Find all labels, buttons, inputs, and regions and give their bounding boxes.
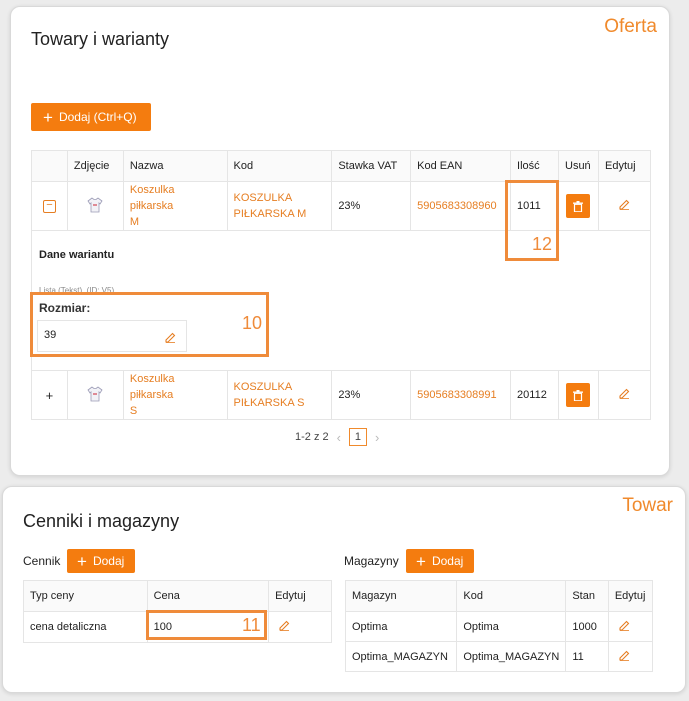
col-photo: Zdjęcie [66, 150, 124, 182]
qty-callout-number: 12 [532, 234, 553, 254]
plus-icon: + [43, 107, 53, 127]
col-qty: Ilość [510, 150, 559, 182]
delete-cell [558, 181, 599, 231]
warehouse-code: Optima [456, 611, 567, 642]
add-pricelist-label: Dodaj [92, 554, 125, 568]
edit-icon[interactable] [279, 620, 290, 631]
trash-icon [573, 200, 584, 212]
page-button-1[interactable]: 1 [348, 428, 367, 446]
col-delete: Usuń [558, 150, 599, 182]
product-thumbnail [66, 181, 124, 231]
expand-toggle[interactable]: + [31, 370, 68, 420]
goods-card: Towar Cenniki i magazyny Cennik + Dodaj … [2, 486, 686, 693]
edit-cell [597, 370, 652, 420]
table-row: Optima Optima 1000 [344, 611, 654, 642]
offer-title: Towary i warianty [31, 29, 170, 49]
add-item-button[interactable]: + Dodaj (Ctrl+Q) [31, 103, 151, 131]
warehouse-name: Optima_MAGAZYN [344, 641, 458, 672]
product-name-link[interactable]: Koszulka piłkarska M [122, 181, 228, 231]
variant-callout-number: 10 [242, 313, 263, 333]
collapse-toggle[interactable]: − [31, 181, 68, 231]
warehouse-table: Magazyn Kod Stan Edytuj Optima Optima 10… [344, 580, 654, 672]
col-name: Nazwa [122, 150, 228, 182]
add-pricelist-button[interactable]: + Dodaj [67, 549, 135, 573]
warehouse-label: Magazyny [344, 554, 399, 568]
product-name-link[interactable]: Koszulka piłkarska S [122, 370, 228, 420]
add-item-label: Dodaj (Ctrl+Q) [58, 110, 137, 124]
warehouse-name: Optima [344, 611, 458, 642]
warehouse-code: Optima_MAGAZYN [456, 641, 567, 672]
shirt-icon [87, 197, 103, 212]
warehouse-stock: 1000 [565, 611, 609, 642]
plus-icon: + [77, 551, 87, 571]
variant-highlight-box [30, 292, 269, 357]
col-ean: Kod EAN [410, 150, 512, 182]
minus-square-icon: − [42, 200, 56, 213]
edit-icon[interactable] [619, 620, 630, 631]
col-edit: Edytuj [597, 150, 652, 182]
col-toggle [31, 150, 68, 182]
edit-icon[interactable] [619, 650, 630, 661]
price-callout-number: 11 [242, 615, 261, 635]
product-thumbnail [66, 370, 124, 420]
offer-tag: Oferta [604, 16, 657, 37]
col-code: Kod [226, 150, 333, 182]
edit-icon[interactable] [619, 388, 630, 399]
edit-cell [597, 181, 652, 231]
delete-button[interactable] [566, 194, 591, 218]
pagination: 1-2 z 2 ‹ 1 › [295, 428, 379, 446]
table-row: Optima_MAGAZYN Optima_MAGAZYN 11 [344, 641, 654, 672]
product-code-link[interactable]: KOSZULKA PIŁKARSKA M [226, 181, 333, 231]
col-warehouse: Magazyn [344, 580, 458, 612]
qty-value: 20112 [510, 370, 559, 420]
product-code-link[interactable]: KOSZULKA PIŁKARSKA S [226, 370, 333, 420]
edit-icon[interactable] [619, 199, 630, 210]
price-type-value: cena detaliczna [23, 611, 148, 643]
next-page-button[interactable]: › [375, 430, 379, 445]
pricelist-header-row: Typ ceny Cena Edytuj [23, 580, 332, 612]
col-edit: Edytuj [268, 580, 332, 612]
col-edit: Edytuj [607, 580, 654, 612]
col-price-type: Typ ceny [23, 580, 148, 612]
delete-button[interactable] [566, 383, 591, 407]
ean-link[interactable]: 5905683308960 [410, 181, 512, 231]
pagination-summary: 1-2 z 2 [295, 431, 329, 443]
add-warehouse-button[interactable]: + Dodaj [406, 549, 474, 573]
items-header-row: Zdjęcie Nazwa Kod Stawka VAT Kod EAN Ilo… [31, 150, 652, 182]
vat-value: 23% [331, 181, 412, 231]
trash-icon [573, 389, 584, 401]
warehouse-stock: 11 [565, 641, 609, 672]
shirt-icon [87, 386, 103, 401]
plus-icon: + [416, 551, 426, 571]
warehouse-header-row: Magazyn Kod Stan Edytuj [344, 580, 654, 612]
edit-cell [607, 641, 654, 672]
vat-value: 23% [331, 370, 412, 420]
delete-cell [558, 370, 599, 420]
table-row: + Koszulka piłkarska S KOSZULKA PIŁKARSKA … [31, 370, 652, 420]
goods-tag: Towar [622, 495, 673, 516]
col-stock: Stan [565, 580, 609, 612]
ean-link[interactable]: 5905683308991 [410, 370, 512, 420]
variant-title: Dane wariantu [39, 249, 115, 261]
col-vat: Stawka VAT [331, 150, 412, 182]
col-code: Kod [456, 580, 567, 612]
pricelist-label: Cennik [23, 554, 61, 568]
edit-cell [607, 611, 654, 642]
add-warehouse-label: Dodaj [431, 554, 464, 568]
edit-cell [268, 611, 332, 643]
prev-page-button[interactable]: ‹ [337, 430, 341, 445]
offer-card: Oferta Towary i warianty + Dodaj (Ctrl+Q… [10, 6, 670, 476]
col-price: Cena [146, 580, 270, 612]
goods-title: Cenniki i magazyny [23, 511, 180, 531]
